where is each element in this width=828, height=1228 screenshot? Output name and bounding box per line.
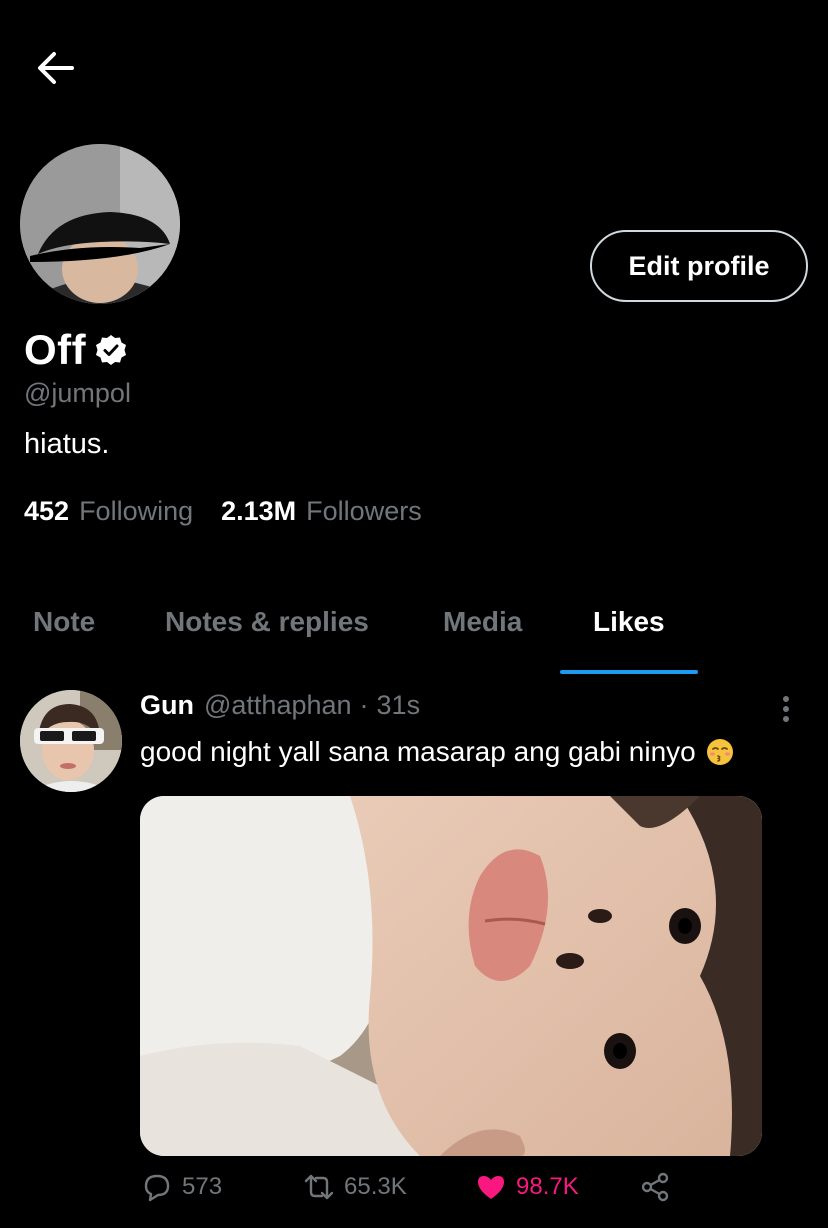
reply-button[interactable]: 573 <box>140 1170 222 1204</box>
tweet-text: good night yall sana masarap ang gabi ni… <box>140 736 734 768</box>
avatar-photo <box>20 144 180 304</box>
active-tab-indicator <box>560 670 698 674</box>
retweet-icon <box>304 1174 334 1200</box>
author-avatar-photo <box>20 690 122 792</box>
followers-label: Followers <box>306 496 422 526</box>
profile-stats: 452 Following 2.13M Followers <box>24 496 450 527</box>
kissing-face-emoji-icon <box>706 739 733 765</box>
profile-handle: @jumpol <box>24 378 131 408</box>
tab-media[interactable]: Media <box>443 606 522 638</box>
tweet-author-handle[interactable]: @atthaphan <box>204 690 352 721</box>
tab-notes-and-replies[interactable]: Notes & replies <box>165 606 369 638</box>
media-photo <box>140 796 762 1156</box>
like-count: 98.7K <box>516 1173 579 1200</box>
following-count: 452 <box>24 496 70 526</box>
profile-tabs: Note Notes & replies Media Likes <box>0 590 828 674</box>
followers-count: 2.13M <box>221 496 297 526</box>
profile-bio: hiatus. <box>24 428 110 460</box>
tweet-actions: 573 65.3K 98.7K <box>140 1170 762 1210</box>
verified-badge-icon <box>96 335 127 365</box>
reply-icon <box>144 1174 170 1202</box>
tab-note[interactable]: Note <box>33 606 95 638</box>
tweet-author-avatar[interactable] <box>20 690 122 792</box>
share-button[interactable] <box>638 1170 680 1204</box>
tab-likes[interactable]: Likes <box>593 606 665 638</box>
more-options-icon[interactable] <box>776 694 796 724</box>
tweet-timestamp[interactable]: 31s <box>377 690 421 721</box>
tweet-header: Gun @atthaphan · 31s <box>140 690 420 721</box>
like-heart-icon <box>478 1176 504 1199</box>
tweet-body: good night yall sana masarap ang gabi ni… <box>140 736 696 767</box>
reply-count: 573 <box>182 1173 223 1200</box>
retweet-button[interactable]: 65.3K <box>302 1170 407 1204</box>
like-button[interactable]: 98.7K <box>474 1170 579 1204</box>
edit-profile-button[interactable]: Edit profile <box>590 230 808 302</box>
following-label: Following <box>79 496 194 526</box>
tweet-media-image[interactable] <box>140 796 762 1156</box>
tweet-separator: · <box>359 690 369 720</box>
retweet-count: 65.3K <box>344 1173 407 1200</box>
profile-name: Off <box>24 326 87 373</box>
following-link[interactable]: 452 Following <box>24 496 193 527</box>
back-button[interactable] <box>32 48 80 88</box>
profile-name-row: Off <box>24 326 128 374</box>
followers-link[interactable]: 2.13M Followers <box>221 496 422 527</box>
back-arrow-icon <box>38 52 74 84</box>
profile-avatar[interactable] <box>20 144 180 304</box>
tweet-author-name[interactable]: Gun <box>140 690 194 721</box>
share-icon <box>641 1172 669 1202</box>
